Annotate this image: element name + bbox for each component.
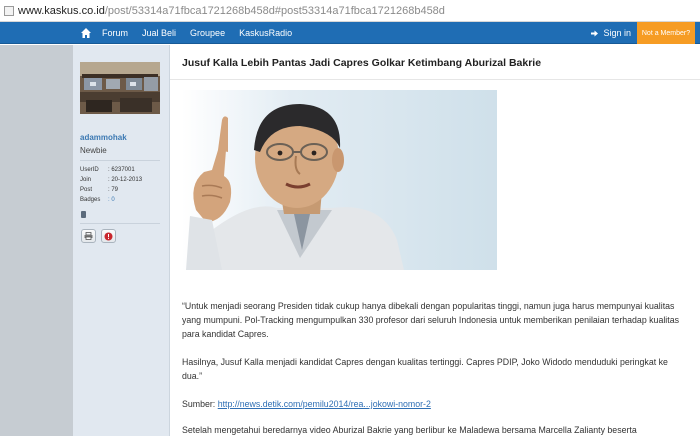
signin-icon (591, 30, 599, 36)
stat-badges: Badges: 0 (80, 197, 115, 203)
source-label: Sumber: (182, 399, 218, 409)
top-navigation: Forum Jual Beli Groupee KaskusRadio Sign… (0, 22, 700, 44)
post-title: Jusuf Kalla Lebih Pantas Jadi Capres Gol… (182, 57, 542, 69)
post-paragraph: “Untuk menjadi seorang Presiden tidak cu… (182, 301, 679, 339)
source-link[interactable]: http://news.detik.com/pemilu2014/rea...j… (218, 399, 431, 409)
divider (170, 79, 700, 80)
post-source: Sumber: http://news.detik.com/pemilu2014… (182, 397, 687, 411)
page-icon (4, 5, 14, 16)
stat-userid: UserID: 6237001 (80, 167, 135, 173)
report-button[interactable] (101, 229, 116, 243)
print-button[interactable] (81, 229, 96, 243)
signin-button[interactable]: Sign in (590, 22, 631, 44)
user-rank: Newbie (80, 146, 107, 155)
divider (80, 160, 160, 161)
post-content: Jusuf Kalla Lebih Pantas Jadi Capres Gol… (169, 45, 700, 436)
signin-label: Sign in (603, 28, 631, 38)
user-stats: UserID: 6237001 Join: 20-12-2013 Post: 7… (80, 165, 142, 205)
home-icon[interactable] (80, 27, 92, 39)
page-gutter (0, 45, 73, 436)
print-icon (84, 232, 93, 240)
username-link[interactable]: adammohak (80, 133, 127, 142)
nav-kaskusradio[interactable]: KaskusRadio (239, 28, 292, 38)
not-a-member-button[interactable]: Not a Member? (637, 22, 695, 44)
stat-join: Join: 20-12-2013 (80, 177, 143, 183)
url-host: www.kaskus.co.id (18, 4, 105, 17)
nav-jual-beli[interactable]: Jual Beli (142, 28, 176, 38)
post-image (182, 90, 497, 270)
divider (80, 223, 160, 224)
nav-forum[interactable]: Forum (102, 28, 128, 38)
url-path: /post/53314a71fbca1721268b458d#post53314… (104, 4, 445, 17)
stat-post: Post: 79 (80, 187, 119, 193)
alert-icon (104, 232, 113, 240)
address-bar[interactable]: www.kaskus.co.id/post/53314a71fbca172126… (0, 0, 700, 22)
user-sidebar: adammohak Newbie UserID: 6237001 Join: 2… (73, 45, 169, 436)
user-status-icon (81, 211, 86, 218)
post-paragraph: Setelah mengetahui beredarnya video Abur… (182, 425, 637, 435)
nav-groupee[interactable]: Groupee (190, 28, 225, 38)
avatar[interactable] (80, 62, 160, 114)
post-paragraph: Hasilnya, Jusuf Kalla menjadi kandidat C… (182, 357, 668, 381)
